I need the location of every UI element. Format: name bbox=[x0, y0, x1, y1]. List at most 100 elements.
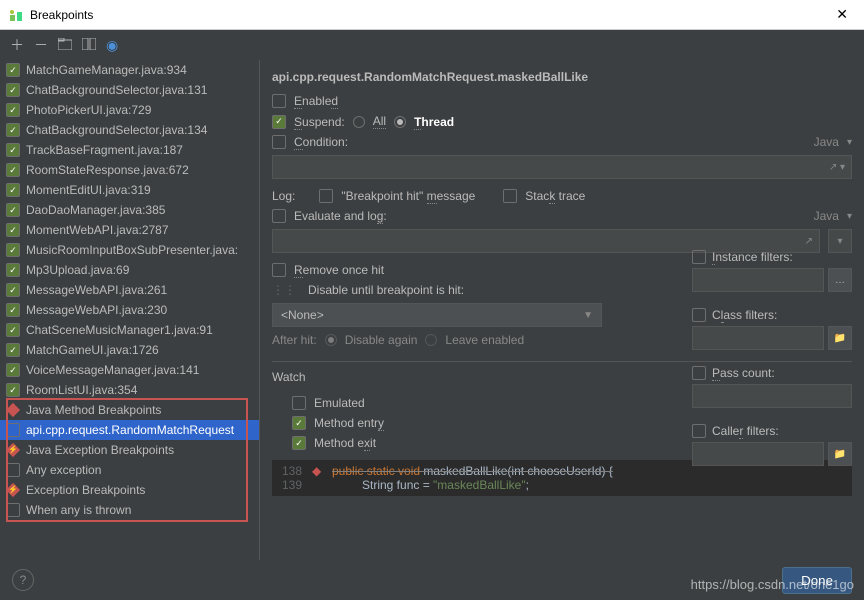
item-checkbox[interactable]: ✓ bbox=[6, 323, 20, 337]
instance-more[interactable]: … bbox=[828, 268, 852, 292]
item-label: Exception Breakpoints bbox=[26, 483, 145, 497]
detail-panel: api.cpp.request.RandomMatchRequest.maske… bbox=[260, 60, 864, 560]
condition-lang[interactable]: Java bbox=[814, 135, 839, 149]
category-item[interactable]: ⚡ Exception Breakpoints bbox=[0, 480, 259, 500]
item-checkbox[interactable]: ✓ bbox=[6, 303, 20, 317]
breakpoint-item[interactable]: ✓ MomentEditUI.java:319 bbox=[0, 180, 259, 200]
log-label: Log: bbox=[272, 189, 295, 203]
item-label: MomentWebAPI.java:2787 bbox=[26, 223, 169, 237]
item-checkbox[interactable]: ✓ bbox=[6, 183, 20, 197]
category-item[interactable]: ⚡ Java Exception Breakpoints bbox=[0, 440, 259, 460]
close-icon[interactable]: ✕ bbox=[828, 6, 856, 23]
diamond-icon: ⚡ bbox=[6, 483, 20, 497]
breakpoint-item[interactable]: api.cpp.request.RandomMatchRequest bbox=[0, 420, 259, 440]
item-checkbox[interactable]: ✓ bbox=[6, 243, 20, 257]
item-checkbox[interactable]: ✓ bbox=[6, 83, 20, 97]
item-label: ChatSceneMusicManager1.java:91 bbox=[26, 323, 213, 337]
view-icon[interactable]: ◉ bbox=[106, 37, 118, 54]
group-icon[interactable] bbox=[82, 37, 96, 53]
breakpoint-item[interactable]: When any is thrown bbox=[0, 500, 259, 520]
condition-field[interactable]: ↗ ▾ bbox=[272, 155, 852, 179]
breakpoint-item[interactable]: ✓ ChatSceneMusicManager1.java:91 bbox=[0, 320, 259, 340]
item-label: When any is thrown bbox=[26, 503, 131, 517]
item-checkbox[interactable]: ✓ bbox=[6, 263, 20, 277]
folder-icon[interactable] bbox=[58, 37, 72, 53]
item-checkbox[interactable]: ✓ bbox=[6, 103, 20, 117]
drag-handle[interactable]: ⋮⋮ bbox=[272, 283, 296, 297]
item-checkbox[interactable]: ✓ bbox=[6, 383, 20, 397]
suspend-all-radio[interactable] bbox=[353, 116, 365, 128]
instance-field[interactable] bbox=[692, 268, 824, 292]
class-more[interactable]: 📁 bbox=[828, 326, 852, 350]
item-label: MatchGameUI.java:1726 bbox=[26, 343, 159, 357]
disable-until-select[interactable]: <None>▼ bbox=[272, 303, 602, 327]
breakpoint-item[interactable]: ✓ MatchGameUI.java:1726 bbox=[0, 340, 259, 360]
item-checkbox[interactable] bbox=[6, 463, 20, 477]
caller-checkbox[interactable] bbox=[692, 424, 706, 438]
pass-checkbox[interactable] bbox=[692, 366, 706, 380]
item-checkbox[interactable]: ✓ bbox=[6, 143, 20, 157]
item-label: ChatBackgroundSelector.java:134 bbox=[26, 123, 207, 137]
item-label: RoomStateResponse.java:672 bbox=[26, 163, 189, 177]
pass-label: Pass count: bbox=[712, 366, 775, 380]
breakpoint-item[interactable]: ✓MessageWebAPI.java:230 bbox=[0, 300, 259, 320]
suspend-checkbox[interactable] bbox=[272, 115, 286, 129]
class-field[interactable] bbox=[692, 326, 824, 350]
breakpoint-item[interactable]: ✓ PhotoPickerUI.java:729 bbox=[0, 100, 259, 120]
breakpoint-item[interactable]: ✓ RoomStateResponse.java:672 bbox=[0, 160, 259, 180]
entry-checkbox[interactable] bbox=[292, 416, 306, 430]
breakpoint-item[interactable]: ✓ DaoDaoManager.java:385 bbox=[0, 200, 259, 220]
breakpoint-item[interactable]: ✓MatchGameManager.java:934 bbox=[0, 60, 259, 80]
condition-checkbox[interactable] bbox=[272, 135, 286, 149]
pass-field[interactable] bbox=[692, 384, 852, 408]
item-checkbox[interactable]: ✓ bbox=[6, 63, 20, 77]
eval-label: Evaluate and log: bbox=[294, 209, 387, 223]
item-label: MomentEditUI.java:319 bbox=[26, 183, 151, 197]
log-stack-checkbox[interactable] bbox=[503, 189, 517, 203]
condition-label: Condition: bbox=[294, 135, 348, 149]
remove-checkbox[interactable] bbox=[272, 263, 286, 277]
item-label: DaoDaoManager.java:385 bbox=[26, 203, 165, 217]
breakpoint-item[interactable]: ✓MusicRoomInputBoxSubPresenter.java: bbox=[0, 240, 259, 260]
item-label: Java Exception Breakpoints bbox=[26, 443, 174, 457]
breakpoint-item[interactable]: Any exception bbox=[0, 460, 259, 480]
done-button[interactable]: Done bbox=[782, 567, 852, 594]
class-checkbox[interactable] bbox=[692, 308, 706, 322]
exit-checkbox[interactable] bbox=[292, 436, 306, 450]
breakpoint-item[interactable]: ✓ ChatBackgroundSelector.java:134 bbox=[0, 120, 259, 140]
enabled-checkbox[interactable] bbox=[272, 94, 286, 108]
disable-again-radio[interactable] bbox=[325, 334, 337, 346]
item-checkbox[interactable]: ✓ bbox=[6, 283, 20, 297]
breakpoint-item[interactable]: ✓Mp3Upload.java:69 bbox=[0, 260, 259, 280]
window-title: Breakpoints bbox=[30, 8, 828, 22]
instance-checkbox[interactable] bbox=[692, 250, 706, 264]
eval-lang[interactable]: Java bbox=[814, 209, 839, 223]
breakpoint-item[interactable]: ✓MessageWebAPI.java:261 bbox=[0, 280, 259, 300]
breakpoint-item[interactable]: ✓RoomListUI.java:354 bbox=[0, 380, 259, 400]
breakpoint-item[interactable]: ✓ MomentWebAPI.java:2787 bbox=[0, 220, 259, 240]
item-checkbox[interactable]: ✓ bbox=[6, 223, 20, 237]
item-checkbox[interactable]: ✓ bbox=[6, 203, 20, 217]
category-item[interactable]: Java Method Breakpoints bbox=[0, 400, 259, 420]
leave-enabled-radio[interactable] bbox=[425, 334, 437, 346]
remove-button[interactable]: － bbox=[34, 35, 48, 55]
breakpoint-item[interactable]: ✓ChatBackgroundSelector.java:131 bbox=[0, 80, 259, 100]
breakpoint-item[interactable]: ✓VoiceMessageManager.java:141 bbox=[0, 360, 259, 380]
breakpoint-item[interactable]: ✓TrackBaseFragment.java:187 bbox=[0, 140, 259, 160]
help-button[interactable]: ? bbox=[12, 569, 34, 591]
item-checkbox[interactable]: ✓ bbox=[6, 363, 20, 377]
item-checkbox[interactable]: ✓ bbox=[6, 163, 20, 177]
caller-more[interactable]: 📁 bbox=[828, 442, 852, 466]
log-hit-checkbox[interactable] bbox=[319, 189, 333, 203]
suspend-thread-radio[interactable] bbox=[394, 116, 406, 128]
eval-checkbox[interactable] bbox=[272, 209, 286, 223]
item-checkbox[interactable] bbox=[6, 423, 20, 437]
add-button[interactable]: ＋ bbox=[10, 35, 24, 55]
diamond-icon: ⚡ bbox=[6, 443, 20, 457]
item-checkbox[interactable]: ✓ bbox=[6, 123, 20, 137]
caller-field[interactable] bbox=[692, 442, 824, 466]
item-checkbox[interactable] bbox=[6, 503, 20, 517]
item-label: PhotoPickerUI.java:729 bbox=[26, 103, 151, 117]
item-checkbox[interactable]: ✓ bbox=[6, 343, 20, 357]
emulated-checkbox[interactable] bbox=[292, 396, 306, 410]
